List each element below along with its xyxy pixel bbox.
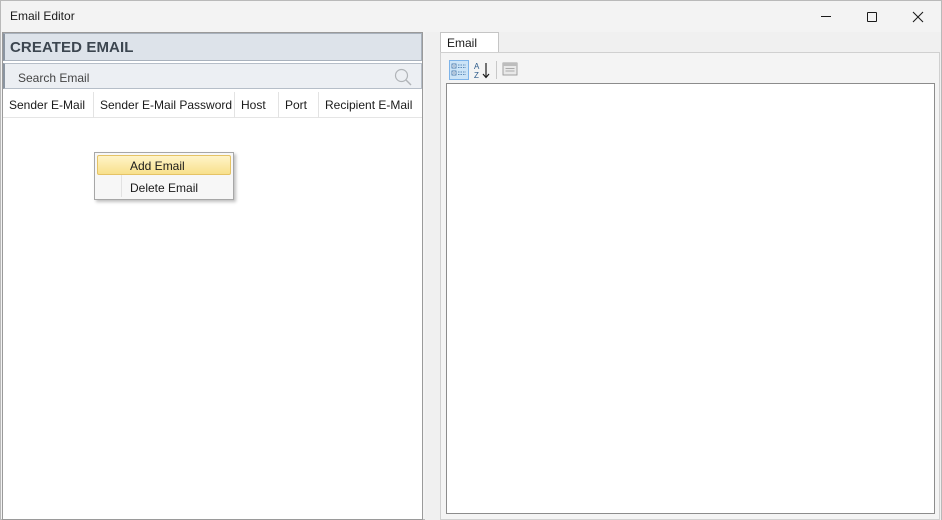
property-pages-button[interactable] bbox=[501, 60, 521, 80]
column-header-recipient-email[interactable]: Recipient E-Mail bbox=[319, 92, 422, 118]
alphabetical-button[interactable]: A Z bbox=[472, 60, 492, 80]
menu-item-delete-email[interactable]: Delete Email bbox=[97, 177, 231, 197]
menu-item-add-email[interactable]: Add Email bbox=[97, 155, 231, 175]
minimize-icon bbox=[821, 16, 831, 17]
context-menu: Add Email Delete Email bbox=[94, 152, 234, 200]
svg-text:Z: Z bbox=[474, 71, 479, 80]
categorized-button[interactable] bbox=[449, 60, 469, 80]
email-editor-window: Email Editor CREATED EMAIL Search Email bbox=[0, 0, 942, 520]
categorized-icon bbox=[451, 63, 466, 76]
toolbar-separator bbox=[496, 61, 497, 79]
svg-text:A: A bbox=[474, 62, 480, 71]
search-email-input[interactable]: Search Email bbox=[3, 63, 422, 89]
property-grid-toolbar: A Z bbox=[446, 58, 936, 82]
maximize-icon bbox=[867, 11, 877, 22]
property-pages-icon bbox=[502, 62, 518, 76]
alphabetical-sort-icon: A Z bbox=[474, 62, 490, 80]
close-button[interactable] bbox=[895, 1, 941, 32]
panel-title: CREATED EMAIL bbox=[10, 39, 134, 56]
email-info-area: Email Info bbox=[425, 32, 941, 520]
column-header-port[interactable]: Port bbox=[279, 92, 319, 118]
search-placeholder: Search Email bbox=[18, 71, 90, 85]
window-title: Email Editor bbox=[10, 9, 75, 23]
panel-header: CREATED EMAIL bbox=[3, 33, 422, 61]
close-icon bbox=[912, 11, 924, 22]
created-email-panel: CREATED EMAIL Search Email Sender E-Mail… bbox=[2, 32, 423, 520]
title-bar: Email Editor bbox=[1, 1, 941, 32]
search-icon[interactable] bbox=[394, 68, 412, 86]
maximize-button[interactable] bbox=[849, 1, 895, 32]
column-header-sender-password[interactable]: Sender E-Mail Password bbox=[94, 92, 235, 118]
property-grid[interactable] bbox=[446, 83, 935, 514]
column-header-host[interactable]: Host bbox=[235, 92, 279, 118]
minimize-button[interactable] bbox=[803, 1, 849, 32]
tab-email-info[interactable]: Email Info bbox=[440, 32, 499, 64]
email-info-tab-page: A Z bbox=[440, 52, 940, 520]
column-header-sender-email[interactable]: Sender E-Mail bbox=[3, 92, 94, 118]
email-grid-header: Sender E-Mail Sender E-Mail Password Hos… bbox=[3, 92, 422, 118]
